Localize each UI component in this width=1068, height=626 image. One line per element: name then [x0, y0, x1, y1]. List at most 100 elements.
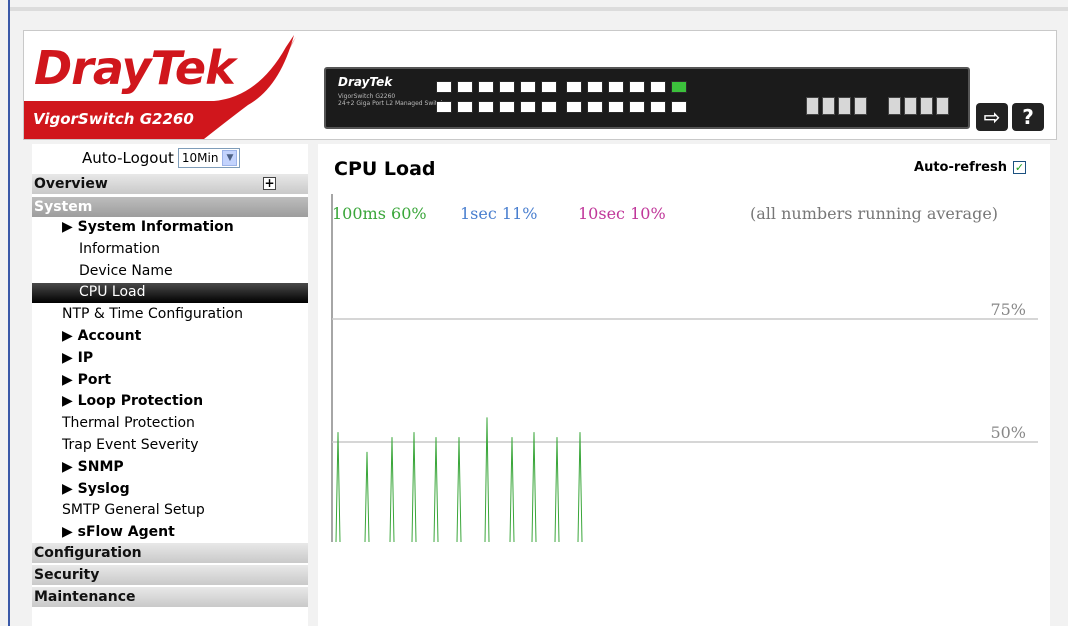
- switch-front-panel-image: DrayTek VigorSwitch G2260 24+2 Giga Port…: [324, 67, 970, 129]
- chevron-down-icon: ▼: [222, 150, 238, 166]
- switch-port: [478, 81, 494, 93]
- sidebar-item-ip[interactable]: ▶ IP: [62, 350, 93, 366]
- auto-refresh-checkbox[interactable]: ✓: [1013, 161, 1026, 174]
- auto-refresh: Auto-refresh ✓: [914, 160, 1026, 175]
- cpu-spike: [509, 437, 515, 543]
- sidebar-item-ntp-time-configuration[interactable]: NTP & Time Configuration: [62, 306, 243, 322]
- help-icon[interactable]: ?: [1012, 103, 1044, 131]
- auto-logout-value: 10Min: [181, 151, 219, 165]
- section-maintenance[interactable]: Maintenance: [32, 587, 308, 607]
- sidebar-item-cpu-load[interactable]: CPU Load: [79, 284, 146, 300]
- switch-sfp-port: [920, 97, 933, 115]
- switch-port: [541, 81, 557, 93]
- cpu-spike: [554, 437, 560, 543]
- switch-port: [566, 81, 582, 93]
- section-system-label: System: [34, 199, 93, 215]
- section-configuration[interactable]: Configuration: [32, 543, 308, 563]
- switch-sfp-port: [888, 97, 901, 115]
- switch-port: [629, 81, 645, 93]
- cpu-spike: [411, 432, 417, 543]
- switch-sfp-port: [838, 97, 851, 115]
- sidebar-item-syslog[interactable]: ▶ Syslog: [62, 481, 130, 497]
- section-configuration-label: Configuration: [34, 545, 142, 561]
- cpu-spike: [389, 437, 395, 543]
- legend-entry: (all numbers running average): [750, 204, 998, 223]
- switch-port: [629, 101, 645, 113]
- top-divider: [10, 7, 1068, 11]
- page-frame: DrayTek VigorSwitch G2260 DrayTek VigorS…: [0, 0, 1068, 626]
- section-security-label: Security: [34, 567, 100, 583]
- expand-plus-icon[interactable]: +: [263, 177, 276, 190]
- sidebar-item-sflow-agent[interactable]: ▶ sFlow Agent: [62, 524, 175, 540]
- header-buttons: ⇨ ?: [976, 103, 1044, 131]
- sidebar-item-account[interactable]: ▶ Account: [62, 328, 141, 344]
- reference-label: 50%: [990, 423, 1026, 442]
- sidebar-item-device-name[interactable]: Device Name: [79, 263, 173, 279]
- cpu-spike: [364, 451, 370, 543]
- switch-port: [457, 81, 473, 93]
- switch-port: [587, 81, 603, 93]
- switch-port: [608, 101, 624, 113]
- switch-port: [566, 101, 582, 113]
- sidebar-item-loop-protection[interactable]: ▶ Loop Protection: [62, 393, 203, 409]
- cpu-load-chart: 100ms 60% 1sec 11% 10sec 10% (all numbers r…: [331, 194, 1038, 543]
- switch-port: [541, 101, 557, 113]
- section-maintenance-label: Maintenance: [34, 589, 136, 605]
- main-content: CPU Load Auto-refresh ✓ 100ms 60% 1sec 11…: [318, 144, 1050, 626]
- cpu-spike: [577, 432, 583, 543]
- cpu-spike: [484, 417, 490, 543]
- legend-entry: 1sec 11%: [460, 204, 537, 223]
- switch-port: [520, 81, 536, 93]
- section-security[interactable]: Security: [32, 565, 308, 585]
- switch-sfp-port: [822, 97, 835, 115]
- switch-port: [499, 81, 515, 93]
- switch-port: [608, 81, 624, 93]
- sidebar-item-selected-bg: [32, 283, 308, 304]
- switch-sfp-port: [904, 97, 917, 115]
- logout-icon[interactable]: ⇨: [976, 103, 1008, 131]
- switch-port: [671, 101, 687, 113]
- section-overview-label: Overview: [34, 176, 108, 192]
- auto-logout-label: Auto-Logout: [82, 149, 174, 167]
- switch-port: [499, 101, 515, 113]
- sidebar-item-port[interactable]: ▶ Port: [62, 372, 111, 388]
- page-title: CPU Load: [334, 158, 436, 180]
- draytek-logo: DrayTek: [34, 41, 236, 95]
- sidebar-item-thermal-protection[interactable]: Thermal Protection: [62, 415, 195, 431]
- switch-port: [520, 101, 536, 113]
- switch-port: [436, 101, 452, 113]
- switch-port: [650, 81, 666, 93]
- cpu-spike: [531, 432, 537, 543]
- sidebar-item-information[interactable]: Information: [79, 241, 160, 257]
- cpu-spike: [456, 437, 462, 543]
- switch-sfp-port: [806, 97, 819, 115]
- switch-port: [587, 101, 603, 113]
- cpu-spike: [335, 432, 341, 543]
- switch-port: [671, 81, 687, 93]
- reference-label: 75%: [990, 300, 1026, 319]
- legend-entry: 100ms 60%: [332, 204, 427, 223]
- cpu-spike: [433, 437, 439, 543]
- sidebar-item-trap-event-severity[interactable]: Trap Event Severity: [62, 437, 199, 453]
- switch-port: [650, 101, 666, 113]
- switch-sfp-port: [936, 97, 949, 115]
- sidebar-item-system-information[interactable]: ▶ System Information: [62, 219, 234, 235]
- left-accent-bar: [8, 0, 10, 626]
- sidebar-item-smtp-general-setup[interactable]: SMTP General Setup: [62, 502, 205, 518]
- sidebar-item-snmp[interactable]: ▶ SNMP: [62, 459, 124, 475]
- auto-refresh-label: Auto-refresh: [914, 160, 1007, 175]
- auto-logout-select[interactable]: 10Min ▼: [177, 148, 241, 168]
- header-banner: DrayTek VigorSwitch G2260 DrayTek VigorS…: [23, 30, 1057, 140]
- section-system[interactable]: System: [32, 197, 308, 217]
- sidebar: Auto-Logout 10Min ▼ Overview + System ▶ …: [32, 144, 308, 626]
- switch-port: [478, 101, 494, 113]
- section-overview[interactable]: Overview +: [32, 174, 308, 194]
- switch-sub-label: VigorSwitch G2260 24+2 Giga Port L2 Mana…: [338, 93, 445, 107]
- switch-port: [436, 81, 452, 93]
- switch-sfp-port: [854, 97, 867, 115]
- auto-logout: Auto-Logout 10Min ▼: [82, 148, 241, 168]
- model-name: VigorSwitch G2260: [33, 110, 194, 128]
- switch-brand-label: DrayTek: [338, 75, 393, 89]
- legend-entry: 10sec 10%: [578, 204, 666, 223]
- switch-port: [457, 101, 473, 113]
